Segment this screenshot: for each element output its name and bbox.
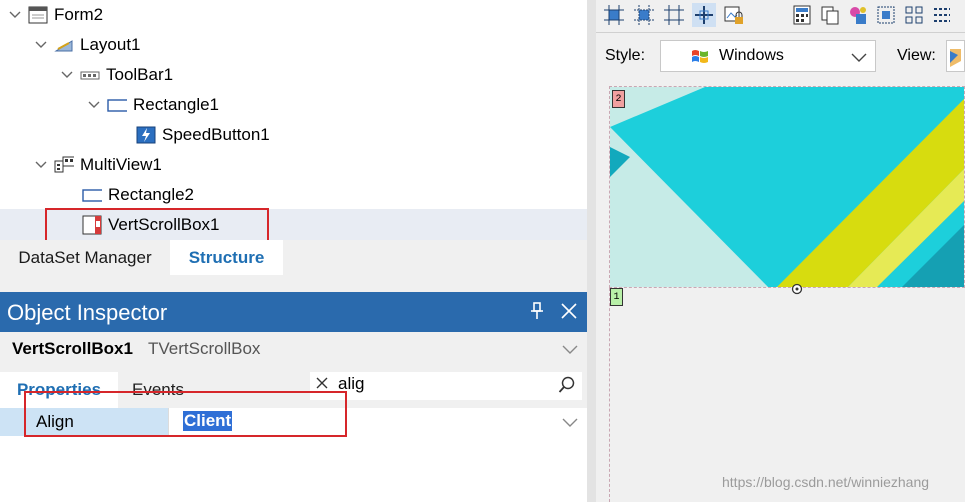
- object-class: TVertScrollBox: [148, 339, 261, 358]
- inspector-title: Object Inspector: [7, 300, 168, 325]
- chevron-down-icon[interactable]: [562, 342, 578, 356]
- search-icon[interactable]: [558, 376, 576, 394]
- clear-icon[interactable]: [316, 377, 328, 389]
- property-row-align[interactable]: Align Client: [0, 408, 587, 436]
- chevron-down-icon[interactable]: [562, 416, 578, 428]
- splitter[interactable]: [587, 0, 596, 502]
- tree-item-label: Rectangle1: [133, 95, 220, 114]
- tree-item-speedbutton1[interactable]: SpeedButton1: [136, 120, 270, 150]
- tree-item-rectangle1[interactable]: Rectangle1: [87, 90, 219, 120]
- tree-item-form2[interactable]: Form2: [8, 0, 103, 30]
- tree-item-layout1[interactable]: Layout1: [34, 30, 141, 60]
- grid-icon[interactable]: [902, 3, 926, 27]
- chevron-down-icon[interactable]: [851, 51, 867, 63]
- copy-icon[interactable]: [818, 3, 842, 27]
- close-icon[interactable]: [560, 302, 578, 320]
- component-marker: 1: [610, 288, 623, 306]
- chevron-down-icon[interactable]: [34, 38, 48, 52]
- chevron-down-icon[interactable]: [34, 158, 48, 172]
- component-marker: 2: [612, 90, 625, 108]
- property-value[interactable]: Client: [183, 411, 233, 431]
- snap-icon[interactable]: [692, 3, 716, 27]
- object-selector[interactable]: VertScrollBox1 TVertScrollBox: [0, 332, 587, 367]
- object-inspector: Object Inspector VertScrollBox1 TVertScr…: [0, 292, 587, 502]
- tab-structure[interactable]: Structure: [170, 240, 283, 275]
- tab-dataset-manager[interactable]: DataSet Manager: [0, 240, 170, 275]
- rectangle-icon: [107, 96, 127, 114]
- tree-item-multiview1[interactable]: MultiView1: [34, 150, 162, 180]
- tree-item-label: Rectangle2: [108, 185, 195, 204]
- vertscrollbox-icon: [82, 215, 102, 235]
- select-icon[interactable]: [874, 3, 898, 27]
- form-icon: [28, 6, 48, 24]
- windows-logo-icon: [692, 50, 708, 63]
- pin-icon[interactable]: [529, 301, 545, 321]
- background-image: [610, 87, 964, 287]
- lock-icon[interactable]: [722, 3, 746, 27]
- more-icon[interactable]: [930, 3, 954, 27]
- column-divider: [168, 408, 169, 436]
- tree-item-label: SpeedButton1: [162, 125, 270, 144]
- row-gutter: [0, 408, 24, 436]
- multiview-icon: [54, 156, 74, 174]
- speedbutton-icon: [136, 126, 156, 144]
- style-bar: Style: Windows View:: [596, 33, 965, 79]
- layout-icon: [54, 36, 74, 54]
- style-value: Windows: [719, 47, 784, 64]
- multiview-area[interactable]: 1: [609, 283, 965, 502]
- tab-properties[interactable]: Properties: [0, 372, 118, 408]
- style-select[interactable]: Windows: [660, 40, 876, 72]
- view-select[interactable]: [946, 40, 965, 72]
- tab-events[interactable]: Events: [118, 372, 198, 408]
- view-label: View:: [897, 47, 936, 64]
- tree-item-rectangle2[interactable]: Rectangle2: [82, 180, 194, 210]
- object-name: VertScrollBox1: [12, 339, 133, 358]
- designer-toolbar: [596, 0, 965, 33]
- structure-tabs: DataSet Manager Structure: [0, 240, 587, 276]
- tree-item-label: VertScrollBox1: [108, 215, 220, 234]
- form-design-canvas[interactable]: 2 1: [609, 86, 965, 502]
- watermark: https://blog.csdn.net/winniezhang: [722, 474, 930, 490]
- structure-tree: Form2 Layout1 ToolBar1 Rectangle1 SpeedB…: [0, 0, 587, 240]
- tree-item-label: ToolBar1: [106, 65, 174, 84]
- tree-item-vertscrollbox1[interactable]: VertScrollBox1: [82, 210, 220, 240]
- search-text: alig: [338, 374, 365, 393]
- tree-item-label: MultiView1: [80, 155, 162, 174]
- tree-item-label: Form2: [54, 5, 104, 24]
- calculator-icon[interactable]: [790, 3, 814, 27]
- chevron-down-icon[interactable]: [87, 98, 101, 112]
- rectangle-icon: [82, 186, 102, 204]
- device-view-icon: [950, 49, 961, 67]
- align-grid-icon[interactable]: [602, 3, 626, 27]
- center-icon[interactable]: [632, 3, 656, 27]
- inspector-title-bar: Object Inspector: [0, 292, 587, 332]
- inspector-tabs: Properties Events alig: [0, 366, 587, 408]
- style-label: Style:: [605, 47, 646, 64]
- chevron-down-icon[interactable]: [60, 68, 74, 82]
- toolbar-rectangle-area[interactable]: 2: [609, 86, 965, 288]
- tree-item-toolbar1[interactable]: ToolBar1: [60, 60, 173, 90]
- property-search-input[interactable]: alig: [310, 372, 582, 400]
- resize-handle-icon[interactable]: [791, 283, 803, 295]
- toolbar-icon: [80, 66, 100, 84]
- left-panel: Form2 Layout1 ToolBar1 Rectangle1 SpeedB…: [0, 0, 587, 502]
- components-icon[interactable]: [846, 3, 870, 27]
- chevron-down-icon[interactable]: [8, 8, 22, 22]
- property-name: Align: [36, 412, 74, 431]
- size-icon[interactable]: [662, 3, 686, 27]
- tree-item-label: Layout1: [80, 35, 141, 54]
